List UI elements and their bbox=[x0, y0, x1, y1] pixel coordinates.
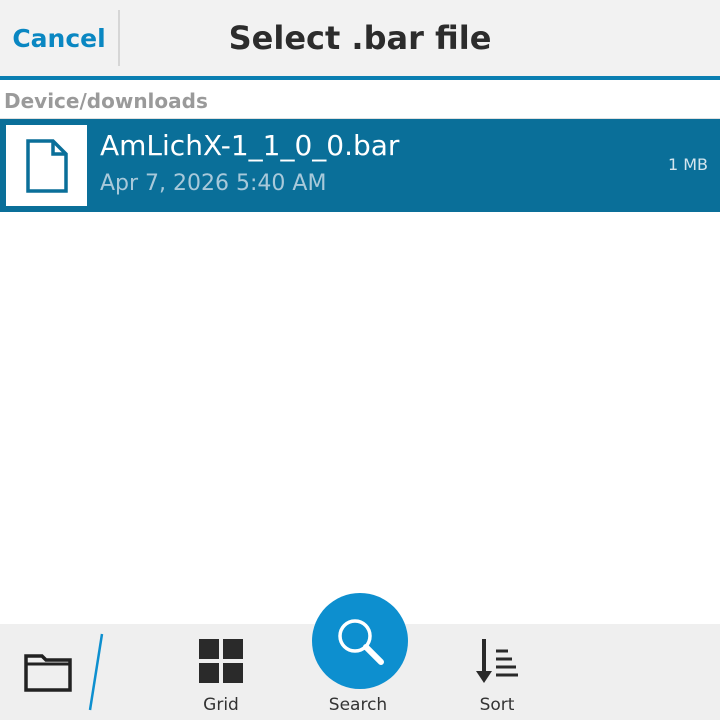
current-path: Device/downloads bbox=[4, 89, 208, 113]
file-date: Apr 7, 2026 5:40 AM bbox=[100, 171, 327, 196]
search-icon bbox=[338, 619, 384, 665]
title-bar: Cancel Select .bar file bbox=[0, 0, 720, 80]
search-label: Search bbox=[328, 695, 388, 715]
file-picker-screen: Cancel Select .bar file Device/downloads… bbox=[0, 0, 720, 720]
file-list-item[interactable]: AmLichX-1_1_0_0.bar Apr 7, 2026 5:40 AM … bbox=[0, 119, 720, 212]
sort-button[interactable]: Sort bbox=[447, 624, 547, 720]
folder-icon bbox=[24, 654, 72, 692]
grid-button[interactable]: Grid bbox=[171, 624, 271, 720]
grid-icon bbox=[199, 639, 243, 683]
grid-icon-wrap bbox=[171, 636, 271, 686]
sort-icon-wrap bbox=[447, 636, 547, 686]
path-header: Device/downloads bbox=[0, 84, 720, 119]
action-bar: Grid Search Sort bbox=[0, 593, 720, 720]
sort-icon bbox=[476, 639, 518, 683]
folder-button[interactable] bbox=[22, 648, 76, 696]
file-thumbnail bbox=[6, 125, 87, 206]
document-icon bbox=[25, 138, 68, 193]
grid-label: Grid bbox=[203, 695, 239, 715]
search-button[interactable] bbox=[312, 593, 408, 689]
file-size: 1 MB bbox=[667, 155, 708, 174]
file-name: AmLichX-1_1_0_0.bar bbox=[100, 129, 400, 162]
page-title: Select .bar file bbox=[228, 19, 492, 57]
cancel-button[interactable]: Cancel bbox=[0, 0, 118, 76]
sort-label: Sort bbox=[479, 695, 515, 715]
overflow-slash-divider bbox=[88, 633, 104, 711]
